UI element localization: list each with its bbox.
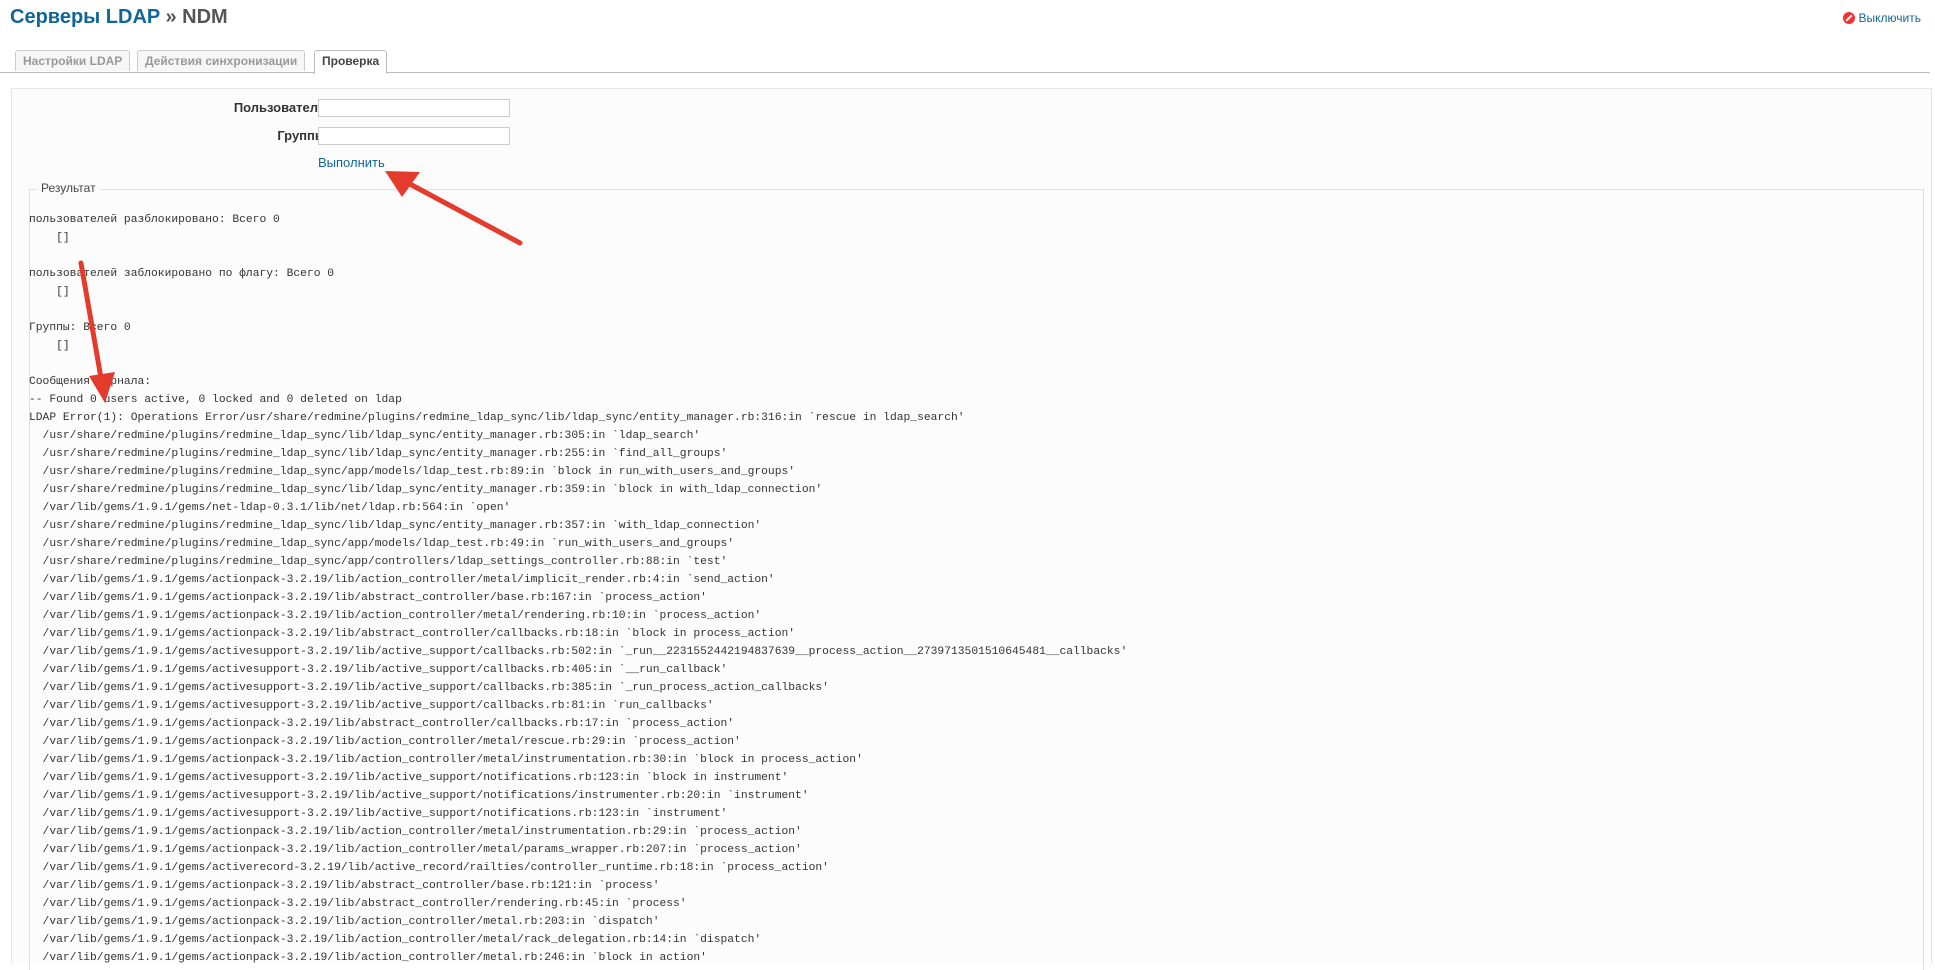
test-panel: Пользователи Группы Выполнить Результат … [11, 88, 1932, 970]
breadcrumb-ldap-servers-link[interactable]: Серверы LDAP [10, 6, 160, 28]
disable-icon [1842, 12, 1855, 24]
groups-row: Группы [12, 127, 512, 147]
execute-link[interactable]: Выполнить [318, 155, 385, 170]
users-input[interactable] [318, 99, 510, 117]
tab-sync-actions[interactable]: Действия синхронизации [137, 50, 306, 71]
page-title-current: NDM [182, 6, 228, 28]
users-row: Пользователи [12, 99, 512, 119]
groups-input[interactable] [318, 127, 510, 145]
disable-label: Выключить [1858, 11, 1921, 25]
result-log: пользователей разблокировано: Всего 0 []… [29, 214, 1128, 964]
result-legend: Результат [37, 181, 100, 195]
tab-test[interactable]: Проверка [314, 50, 388, 74]
disable-button[interactable]: Выключить [1842, 11, 1921, 25]
tab-bar: Настройки LDAP Действия синхронизации Пр… [0, 48, 1930, 74]
page-title: Серверы LDAP » NDM [10, 6, 228, 29]
tab-ldap-settings[interactable]: Настройки LDAP [15, 50, 131, 71]
users-label: Пользователи [233, 100, 326, 115]
breadcrumb-separator: » [165, 6, 177, 28]
